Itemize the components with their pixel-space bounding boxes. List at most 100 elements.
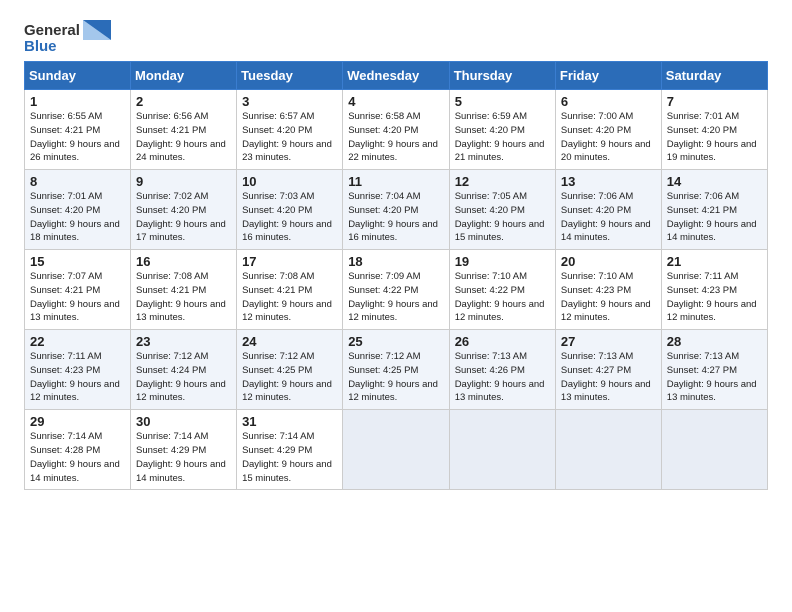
calendar-week-row: 1Sunrise: 6:55 AMSunset: 4:21 PMDaylight…	[25, 90, 768, 170]
day-info: Sunrise: 7:05 AMSunset: 4:20 PMDaylight:…	[455, 190, 550, 245]
calendar-cell: 25Sunrise: 7:12 AMSunset: 4:25 PMDayligh…	[343, 330, 450, 410]
calendar-cell: 21Sunrise: 7:11 AMSunset: 4:23 PMDayligh…	[661, 250, 767, 330]
calendar-week-row: 22Sunrise: 7:11 AMSunset: 4:23 PMDayligh…	[25, 330, 768, 410]
day-info: Sunrise: 7:11 AMSunset: 4:23 PMDaylight:…	[30, 350, 125, 405]
day-info: Sunrise: 6:58 AMSunset: 4:20 PMDaylight:…	[348, 110, 444, 165]
day-info: Sunrise: 6:57 AMSunset: 4:20 PMDaylight:…	[242, 110, 337, 165]
logo-text-blue: Blue	[24, 38, 57, 55]
day-info: Sunrise: 7:04 AMSunset: 4:20 PMDaylight:…	[348, 190, 444, 245]
header-thursday: Thursday	[449, 62, 555, 90]
day-number: 12	[455, 174, 550, 189]
calendar-cell: 24Sunrise: 7:12 AMSunset: 4:25 PMDayligh…	[237, 330, 343, 410]
day-number: 20	[561, 254, 656, 269]
day-info: Sunrise: 7:10 AMSunset: 4:22 PMDaylight:…	[455, 270, 550, 325]
day-number: 28	[667, 334, 762, 349]
day-number: 13	[561, 174, 656, 189]
calendar-cell: 1Sunrise: 6:55 AMSunset: 4:21 PMDaylight…	[25, 90, 131, 170]
day-number: 18	[348, 254, 444, 269]
day-number: 26	[455, 334, 550, 349]
day-number: 5	[455, 94, 550, 109]
day-number: 10	[242, 174, 337, 189]
day-number: 16	[136, 254, 231, 269]
day-info: Sunrise: 7:06 AMSunset: 4:21 PMDaylight:…	[667, 190, 762, 245]
day-info: Sunrise: 7:06 AMSunset: 4:20 PMDaylight:…	[561, 190, 656, 245]
header-monday: Monday	[131, 62, 237, 90]
calendar-cell: 27Sunrise: 7:13 AMSunset: 4:27 PMDayligh…	[555, 330, 661, 410]
day-number: 24	[242, 334, 337, 349]
day-number: 27	[561, 334, 656, 349]
calendar-cell: 31Sunrise: 7:14 AMSunset: 4:29 PMDayligh…	[237, 410, 343, 490]
day-number: 23	[136, 334, 231, 349]
calendar-cell: 17Sunrise: 7:08 AMSunset: 4:21 PMDayligh…	[237, 250, 343, 330]
header-wednesday: Wednesday	[343, 62, 450, 90]
calendar-week-row: 8Sunrise: 7:01 AMSunset: 4:20 PMDaylight…	[25, 170, 768, 250]
calendar-cell: 30Sunrise: 7:14 AMSunset: 4:29 PMDayligh…	[131, 410, 237, 490]
day-number: 15	[30, 254, 125, 269]
calendar-cell: 10Sunrise: 7:03 AMSunset: 4:20 PMDayligh…	[237, 170, 343, 250]
calendar-cell: 16Sunrise: 7:08 AMSunset: 4:21 PMDayligh…	[131, 250, 237, 330]
day-info: Sunrise: 7:03 AMSunset: 4:20 PMDaylight:…	[242, 190, 337, 245]
day-number: 6	[561, 94, 656, 109]
logo: General Blue	[24, 20, 111, 55]
day-info: Sunrise: 7:11 AMSunset: 4:23 PMDaylight:…	[667, 270, 762, 325]
calendar-cell: 28Sunrise: 7:13 AMSunset: 4:27 PMDayligh…	[661, 330, 767, 410]
calendar-cell: 23Sunrise: 7:12 AMSunset: 4:24 PMDayligh…	[131, 330, 237, 410]
header-tuesday: Tuesday	[237, 62, 343, 90]
calendar-cell	[555, 410, 661, 490]
day-info: Sunrise: 7:13 AMSunset: 4:27 PMDaylight:…	[667, 350, 762, 405]
calendar-cell: 18Sunrise: 7:09 AMSunset: 4:22 PMDayligh…	[343, 250, 450, 330]
day-info: Sunrise: 7:14 AMSunset: 4:29 PMDaylight:…	[136, 430, 231, 485]
calendar-cell: 4Sunrise: 6:58 AMSunset: 4:20 PMDaylight…	[343, 90, 450, 170]
calendar-cell: 9Sunrise: 7:02 AMSunset: 4:20 PMDaylight…	[131, 170, 237, 250]
calendar-week-row: 29Sunrise: 7:14 AMSunset: 4:28 PMDayligh…	[25, 410, 768, 490]
day-number: 19	[455, 254, 550, 269]
calendar-cell: 2Sunrise: 6:56 AMSunset: 4:21 PMDaylight…	[131, 90, 237, 170]
calendar-cell: 19Sunrise: 7:10 AMSunset: 4:22 PMDayligh…	[449, 250, 555, 330]
calendar-cell	[449, 410, 555, 490]
day-info: Sunrise: 7:10 AMSunset: 4:23 PMDaylight:…	[561, 270, 656, 325]
day-number: 14	[667, 174, 762, 189]
day-number: 29	[30, 414, 125, 429]
day-number: 8	[30, 174, 125, 189]
calendar-cell	[661, 410, 767, 490]
day-info: Sunrise: 7:02 AMSunset: 4:20 PMDaylight:…	[136, 190, 231, 245]
logo-text-general: General	[24, 22, 80, 39]
day-info: Sunrise: 7:13 AMSunset: 4:26 PMDaylight:…	[455, 350, 550, 405]
day-info: Sunrise: 6:56 AMSunset: 4:21 PMDaylight:…	[136, 110, 231, 165]
day-info: Sunrise: 7:08 AMSunset: 4:21 PMDaylight:…	[136, 270, 231, 325]
day-info: Sunrise: 7:00 AMSunset: 4:20 PMDaylight:…	[561, 110, 656, 165]
day-info: Sunrise: 7:13 AMSunset: 4:27 PMDaylight:…	[561, 350, 656, 405]
header-sunday: Sunday	[25, 62, 131, 90]
calendar-cell: 14Sunrise: 7:06 AMSunset: 4:21 PMDayligh…	[661, 170, 767, 250]
day-info: Sunrise: 7:01 AMSunset: 4:20 PMDaylight:…	[30, 190, 125, 245]
calendar-cell: 20Sunrise: 7:10 AMSunset: 4:23 PMDayligh…	[555, 250, 661, 330]
day-info: Sunrise: 7:12 AMSunset: 4:24 PMDaylight:…	[136, 350, 231, 405]
calendar-cell: 5Sunrise: 6:59 AMSunset: 4:20 PMDaylight…	[449, 90, 555, 170]
day-number: 2	[136, 94, 231, 109]
page-header: General Blue	[24, 20, 768, 55]
calendar-cell: 12Sunrise: 7:05 AMSunset: 4:20 PMDayligh…	[449, 170, 555, 250]
day-info: Sunrise: 7:07 AMSunset: 4:21 PMDaylight:…	[30, 270, 125, 325]
day-number: 22	[30, 334, 125, 349]
day-info: Sunrise: 7:01 AMSunset: 4:20 PMDaylight:…	[667, 110, 762, 165]
day-info: Sunrise: 6:55 AMSunset: 4:21 PMDaylight:…	[30, 110, 125, 165]
day-number: 17	[242, 254, 337, 269]
header-saturday: Saturday	[661, 62, 767, 90]
day-info: Sunrise: 7:12 AMSunset: 4:25 PMDaylight:…	[348, 350, 444, 405]
calendar-cell: 6Sunrise: 7:00 AMSunset: 4:20 PMDaylight…	[555, 90, 661, 170]
calendar-header-row: SundayMondayTuesdayWednesdayThursdayFrid…	[25, 62, 768, 90]
day-number: 21	[667, 254, 762, 269]
calendar-cell: 13Sunrise: 7:06 AMSunset: 4:20 PMDayligh…	[555, 170, 661, 250]
day-info: Sunrise: 6:59 AMSunset: 4:20 PMDaylight:…	[455, 110, 550, 165]
calendar-cell	[343, 410, 450, 490]
calendar-week-row: 15Sunrise: 7:07 AMSunset: 4:21 PMDayligh…	[25, 250, 768, 330]
calendar-cell: 3Sunrise: 6:57 AMSunset: 4:20 PMDaylight…	[237, 90, 343, 170]
day-number: 7	[667, 94, 762, 109]
calendar-cell: 29Sunrise: 7:14 AMSunset: 4:28 PMDayligh…	[25, 410, 131, 490]
day-number: 1	[30, 94, 125, 109]
day-number: 31	[242, 414, 337, 429]
day-info: Sunrise: 7:09 AMSunset: 4:22 PMDaylight:…	[348, 270, 444, 325]
logo-triangle-icon	[83, 20, 111, 40]
day-number: 4	[348, 94, 444, 109]
day-info: Sunrise: 7:14 AMSunset: 4:29 PMDaylight:…	[242, 430, 337, 485]
